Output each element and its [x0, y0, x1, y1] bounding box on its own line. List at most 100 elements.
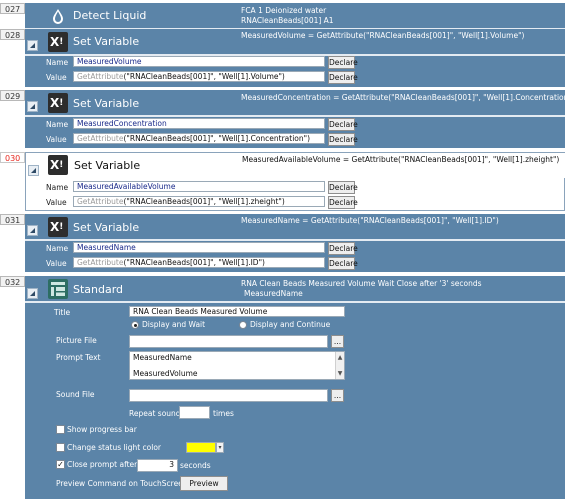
close-prompt-checkbox[interactable]: ✓	[56, 460, 65, 469]
step-summary: MeasuredVolume = GetAttribute("RNACleanB…	[241, 31, 525, 40]
step-title: Standard	[73, 283, 124, 296]
times-label: times	[213, 409, 234, 418]
function-name: GetAttribute	[77, 258, 124, 267]
declare-button[interactable]: Declare	[328, 56, 358, 69]
step-header[interactable]: X! Set Variable MeasuredName = GetAttrib…	[25, 214, 565, 239]
declare-button[interactable]: Declare	[328, 242, 358, 255]
collapse-button[interactable]	[27, 101, 38, 112]
step-set-variable-029[interactable]: X! Set Variable MeasuredConcentration = …	[25, 90, 565, 148]
change-status-light-checkbox[interactable]	[56, 443, 65, 452]
step-set-variable-030[interactable]: X! Set Variable MeasuredAvailableVolume …	[25, 152, 565, 211]
collapse-button[interactable]	[27, 40, 38, 51]
prompt-line-1: MeasuredName	[133, 353, 192, 362]
function-args: ("RNACleanBeads[001]", "Well[1].ID")	[123, 258, 265, 267]
step-number-030[interactable]: 030	[0, 152, 25, 163]
step-standard-032[interactable]: Standard RNA Clean Beads Measured Volume…	[25, 276, 565, 499]
sound-browse-button[interactable]: ...	[331, 389, 344, 402]
declare-button[interactable]: Declare	[328, 133, 358, 146]
step-set-variable-031[interactable]: X! Set Variable MeasuredName = GetAttrib…	[25, 214, 565, 272]
status-light-color-swatch[interactable]	[186, 442, 216, 453]
step-summary-line1: RNA Clean Beads Measured Volume Wait Clo…	[241, 279, 482, 288]
variable-name-input[interactable]: MeasuredConcentration	[73, 118, 325, 129]
x-variable-icon: X!	[48, 93, 68, 113]
collapse-button[interactable]	[27, 225, 38, 236]
step-summary: MeasuredAvailableVolume = GetAttribute("…	[242, 155, 560, 164]
picture-file-input[interactable]	[129, 335, 328, 348]
prompt-line-2: MeasuredVolume	[133, 369, 198, 378]
value-label: Value	[46, 73, 67, 82]
close-prompt-seconds-input[interactable]: 3	[137, 459, 178, 472]
step-title: Set Variable	[73, 97, 140, 110]
step-title: Set Variable	[73, 35, 140, 48]
preview-button[interactable]: Preview	[180, 476, 228, 491]
scroll-up-icon[interactable]: ▲	[336, 352, 344, 363]
variable-value-input[interactable]: GetAttribute("RNACleanBeads[001]", "Well…	[73, 196, 325, 207]
step-set-variable-028[interactable]: X! Set Variable MeasuredVolume = GetAttr…	[25, 29, 565, 87]
step-summary-line2: MeasuredName	[244, 289, 303, 298]
step-number-031[interactable]: 031	[0, 214, 25, 225]
collapse-button[interactable]	[28, 165, 39, 176]
preview-command-label: Preview Command on TouchScreen	[56, 479, 188, 488]
declare-button[interactable]: Declare	[328, 181, 358, 194]
title-input[interactable]: RNA Clean Beads Measured Volume	[129, 306, 345, 317]
x-variable-icon: X!	[48, 217, 68, 237]
name-label: Name	[46, 58, 69, 67]
step-header[interactable]: Standard RNA Clean Beads Measured Volume…	[25, 276, 565, 301]
method-editor: 027 Detect Liquid FCA 1 Deionized water …	[0, 0, 565, 499]
show-progress-label: Show progress bar	[67, 425, 137, 434]
step-summary-line2: RNACleanBeads[001] A1	[241, 16, 334, 25]
variable-name-input[interactable]: MeasuredName	[73, 242, 325, 253]
step-title: Set Variable	[74, 159, 141, 172]
picture-browse-button[interactable]: ...	[331, 335, 344, 348]
name-label: Name	[46, 183, 69, 192]
change-status-light-label: Change status light color	[67, 443, 162, 452]
display-and-wait-radio[interactable]	[131, 321, 139, 329]
variable-value-input[interactable]: GetAttribute("RNACleanBeads[001]", "Well…	[73, 71, 325, 82]
variable-name-input[interactable]: MeasuredAvailableVolume	[73, 181, 325, 192]
step-title: Detect Liquid	[73, 9, 147, 22]
prompt-scrollbar[interactable]: ▲ ▼	[335, 352, 344, 379]
variable-value-input[interactable]: GetAttribute("RNACleanBeads[001]", "Well…	[73, 133, 325, 144]
function-name: GetAttribute	[77, 134, 124, 143]
declare-button[interactable]: Declare	[328, 71, 358, 84]
display-and-wait-label: Display and Wait	[142, 320, 206, 329]
step-number-028[interactable]: 028	[0, 29, 25, 40]
water-drop-icon	[48, 6, 68, 26]
seconds-label: seconds	[180, 461, 211, 470]
function-name: GetAttribute	[77, 72, 124, 81]
step-detect-liquid[interactable]: Detect Liquid FCA 1 Deionized water RNAC…	[25, 3, 565, 30]
step-header[interactable]: X! Set Variable MeasuredVolume = GetAttr…	[25, 29, 565, 54]
function-args: ("RNACleanBeads[001]", "Well[1].Concentr…	[123, 134, 311, 143]
chevron-down-icon[interactable]: ▾	[216, 442, 224, 453]
value-label: Value	[46, 135, 67, 144]
variable-value-input[interactable]: GetAttribute("RNACleanBeads[001]", "Well…	[73, 257, 325, 268]
scroll-down-icon[interactable]: ▼	[336, 368, 344, 379]
sound-file-label: Sound File	[56, 390, 95, 399]
title-label: Title	[54, 308, 71, 317]
picture-file-label: Picture File	[56, 336, 97, 345]
declare-button[interactable]: Declare	[328, 257, 358, 270]
declare-button[interactable]: Declare	[328, 118, 358, 131]
step-number-029[interactable]: 029	[0, 90, 25, 101]
step-number-032[interactable]: 032	[0, 276, 25, 287]
step-header[interactable]: Detect Liquid FCA 1 Deionized water RNAC…	[25, 3, 565, 28]
repeat-sound-input[interactable]	[179, 406, 210, 419]
variable-name-input[interactable]: MeasuredVolume	[73, 56, 325, 67]
step-number-027[interactable]: 027	[0, 3, 25, 14]
step-header[interactable]: X! Set Variable MeasuredConcentration = …	[25, 90, 565, 115]
step-summary-line1: FCA 1 Deionized water	[241, 6, 327, 15]
close-prompt-label: Close prompt after	[67, 460, 138, 469]
name-label: Name	[46, 244, 69, 253]
display-and-continue-radio[interactable]	[239, 321, 247, 329]
function-name: GetAttribute	[77, 197, 124, 206]
step-header[interactable]: X! Set Variable MeasuredAvailableVolume …	[26, 153, 565, 178]
declare-button[interactable]: Declare	[328, 196, 358, 209]
display-and-continue-label: Display and Continue	[250, 320, 331, 329]
prompt-text-area[interactable]: MeasuredName MeasuredVolume ▲ ▼	[129, 351, 345, 380]
grid-icon	[48, 279, 68, 299]
x-variable-icon: X!	[48, 32, 68, 52]
sound-file-input[interactable]	[129, 389, 328, 402]
collapse-button[interactable]	[27, 288, 38, 299]
function-args: ("RNACleanBeads[001]", "Well[1].Volume")	[123, 72, 285, 81]
show-progress-checkbox[interactable]	[56, 425, 65, 434]
